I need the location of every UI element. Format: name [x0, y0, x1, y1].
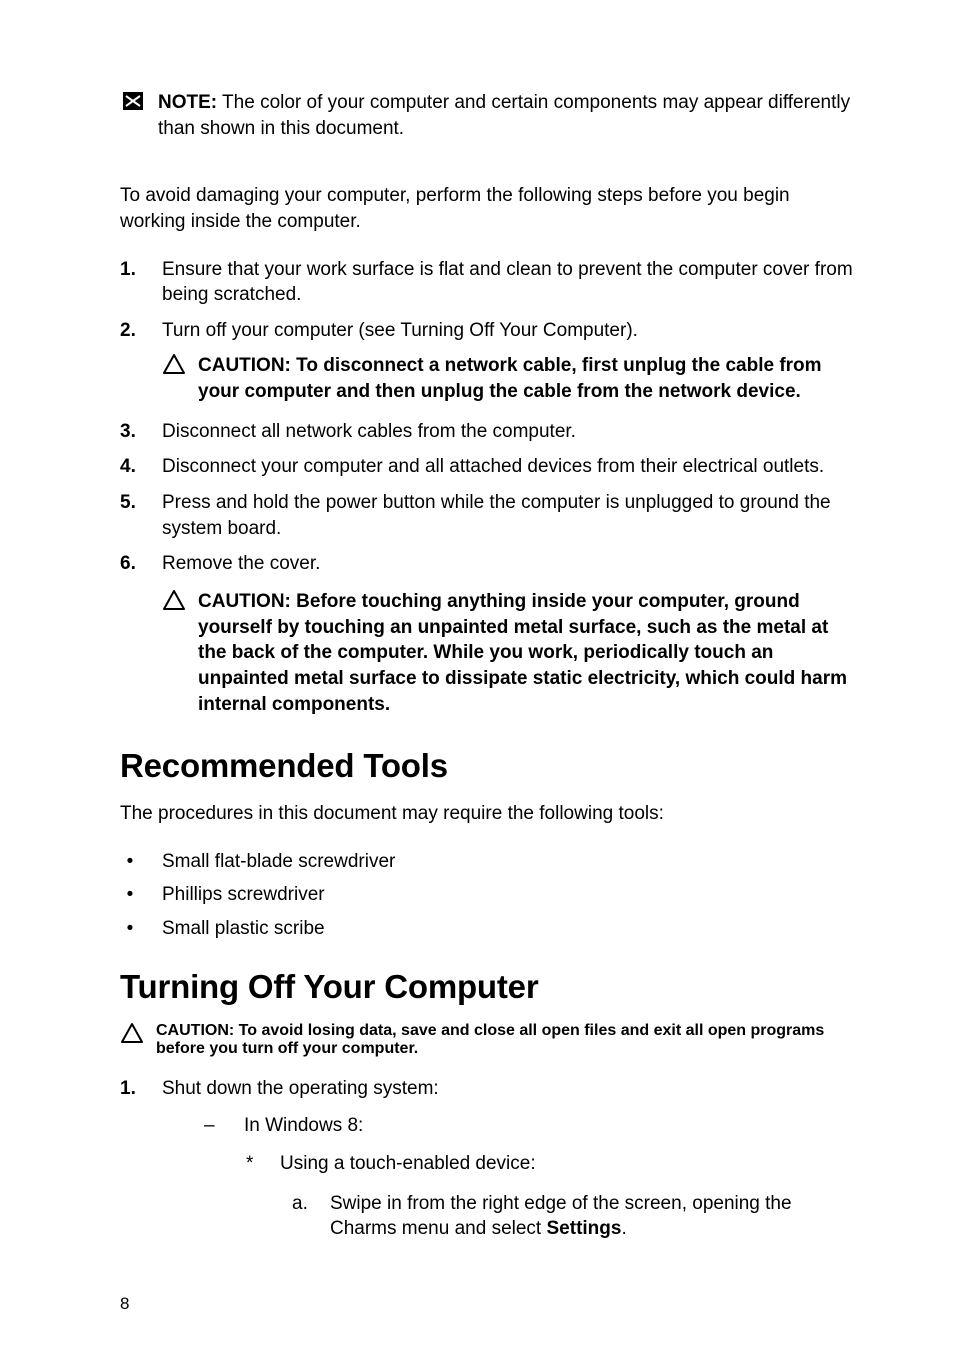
step-text: Disconnect your computer and all attache…: [162, 454, 859, 480]
note-body: The color of your computer and certain c…: [158, 92, 850, 139]
page-number: 8: [120, 1294, 129, 1314]
caution-label: CAUTION:: [156, 1022, 239, 1039]
step-number: 1.: [120, 257, 140, 283]
step-text: Remove the cover.: [162, 551, 859, 577]
note-block: NOTE: The color of your computer and cer…: [120, 90, 859, 163]
step-text: Disconnect all network cables from the c…: [162, 419, 859, 445]
heading-recommended-tools: Recommended Tools: [120, 747, 859, 785]
intro-paragraph: To avoid damaging your computer, perform…: [120, 183, 859, 234]
step-3: 3. Disconnect all network cables from th…: [120, 419, 859, 445]
caution-body: Before touching anything inside your com…: [198, 591, 847, 715]
step-text: Ensure that your work surface is flat an…: [162, 257, 859, 308]
step-5: 5. Press and hold the power button while…: [120, 490, 859, 541]
sub-item-star: * Using a touch-enabled device:: [246, 1151, 859, 1177]
list-item: • Small flat-blade screwdriver: [120, 849, 859, 875]
caution-body: To avoid losing data, save and close all…: [156, 1022, 824, 1057]
list-item: • Small plastic scribe: [120, 916, 859, 942]
note-icon: [120, 90, 146, 112]
tools-list: • Small flat-blade screwdriver • Phillips …: [120, 849, 859, 942]
step-number: 1.: [120, 1076, 140, 1102]
bullet-icon: •: [120, 916, 140, 942]
caution-network: CAUTION: To disconnect a network cable, …: [162, 353, 859, 404]
letter-marker: a.: [292, 1191, 312, 1217]
sub-item-dash: – In Windows 8:: [204, 1113, 859, 1139]
caution-icon: [120, 1022, 146, 1044]
step-number: 3.: [120, 419, 140, 445]
note-label: NOTE:: [158, 92, 217, 113]
caution-label: CAUTION:: [198, 591, 296, 612]
bullet-icon: •: [120, 849, 140, 875]
caution-data-loss: CAUTION: To avoid losing data, save and …: [120, 1022, 859, 1058]
tool-text: Phillips screwdriver: [162, 882, 325, 908]
sub-text: Swipe in from the right edge of the scre…: [330, 1191, 859, 1242]
heading-turning-off: Turning Off Your Computer: [120, 968, 859, 1006]
sub-text: In Windows 8:: [244, 1113, 363, 1139]
sub-a-bold: Settings: [547, 1218, 622, 1239]
caution-ground: CAUTION: Before touching anything inside…: [162, 589, 859, 717]
caution-icon: [162, 589, 188, 611]
step-4: 4. Disconnect your computer and all atta…: [120, 454, 859, 480]
step-2: 2. Turn off your computer (see Turning O…: [120, 318, 859, 409]
asterisk-icon: *: [246, 1151, 262, 1177]
caution-label: CAUTION:: [198, 355, 296, 376]
dash-icon: –: [204, 1113, 224, 1139]
tool-text: Small plastic scribe: [162, 916, 325, 942]
turnoff-step-1: 1. Shut down the operating system: – In …: [120, 1076, 859, 1242]
bullet-icon: •: [120, 882, 140, 908]
tool-text: Small flat-blade screwdriver: [162, 849, 395, 875]
sub-a-post: .: [621, 1218, 626, 1239]
step-number: 4.: [120, 454, 140, 480]
steps-list: 1. Ensure that your work surface is flat…: [120, 257, 859, 722]
caution-text: CAUTION: To disconnect a network cable, …: [198, 353, 859, 404]
tools-intro: The procedures in this document may requ…: [120, 801, 859, 827]
sub-text: Using a touch-enabled device:: [280, 1151, 536, 1177]
step-number: 5.: [120, 490, 140, 516]
caution-icon: [162, 353, 188, 375]
step-text: Press and hold the power button while th…: [162, 490, 859, 541]
list-item: • Phillips screwdriver: [120, 882, 859, 908]
step-text: Turn off your computer (see Turning Off …: [162, 318, 859, 344]
step-6: 6. Remove the cover. CAUTION: Before tou…: [120, 551, 859, 721]
step-number: 6.: [120, 551, 140, 577]
step-text: Shut down the operating system:: [162, 1076, 859, 1102]
step-1: 1. Ensure that your work surface is flat…: [120, 257, 859, 308]
turnoff-steps: 1. Shut down the operating system: – In …: [120, 1076, 859, 1242]
caution-text: CAUTION: Before touching anything inside…: [198, 589, 859, 717]
note-text: NOTE: The color of your computer and cer…: [158, 90, 859, 141]
sub-item-a: a. Swipe in from the right edge of the s…: [292, 1191, 859, 1242]
caution-text: CAUTION: To avoid losing data, save and …: [156, 1022, 859, 1058]
step-number: 2.: [120, 318, 140, 344]
